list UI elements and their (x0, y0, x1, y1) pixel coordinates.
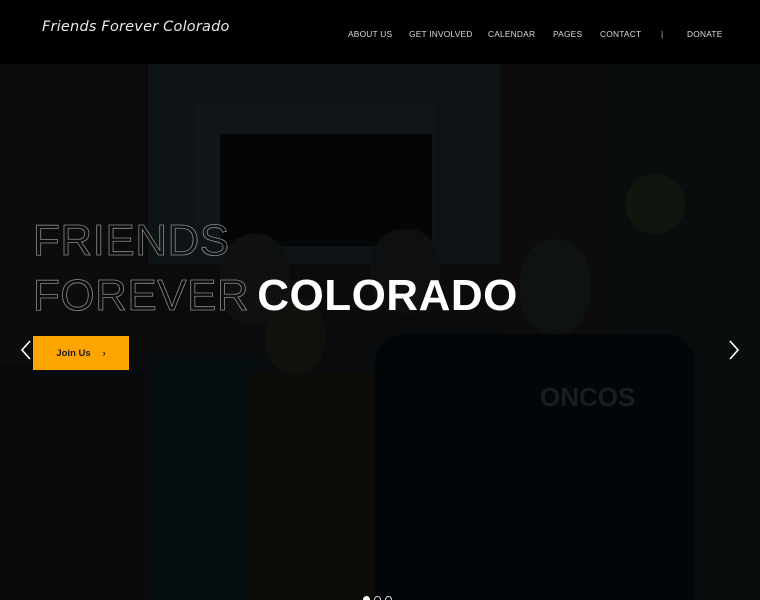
hero-slider: ONCOS FRIENDS FOREVER COLORADO Join Us › (0, 64, 760, 600)
join-us-label: Join Us (56, 347, 91, 359)
hero-title-colorado: COLORADO (257, 271, 518, 320)
slider-dot-3[interactable] (385, 596, 392, 600)
nav-pages[interactable]: PAGES (553, 29, 582, 39)
hero-title-line2: FOREVER COLORADO (33, 271, 518, 321)
nav-get-involved[interactable]: GET INVOLVED (409, 29, 473, 39)
hero-title-forever: FOREVER (33, 271, 250, 321)
main-nav: ABOUT US GET INVOLVED CALENDAR PAGES CON… (0, 29, 760, 41)
slider-dot-1[interactable] (363, 596, 370, 600)
chevron-right-icon: › (102, 348, 106, 358)
nav-about-us[interactable]: ABOUT US (348, 29, 392, 39)
slider-dot-2[interactable] (374, 596, 381, 600)
hero-title-line1: FRIENDS (33, 216, 230, 266)
join-us-button[interactable]: Join Us › (33, 336, 129, 370)
nav-donate[interactable]: DONATE (687, 29, 722, 39)
chevron-left-icon (20, 340, 31, 360)
slider-prev-button[interactable] (17, 338, 35, 362)
nav-contact[interactable]: CONTACT (600, 29, 641, 39)
site-header: Friends Forever Colorado ABOUT US GET IN… (0, 0, 760, 64)
hero-overlay (0, 64, 760, 600)
chevron-right-icon (729, 340, 740, 360)
nav-calendar[interactable]: CALENDAR (488, 29, 535, 39)
slider-next-button[interactable] (725, 338, 743, 362)
nav-separator: | (661, 29, 664, 39)
slider-pagination (363, 596, 392, 600)
